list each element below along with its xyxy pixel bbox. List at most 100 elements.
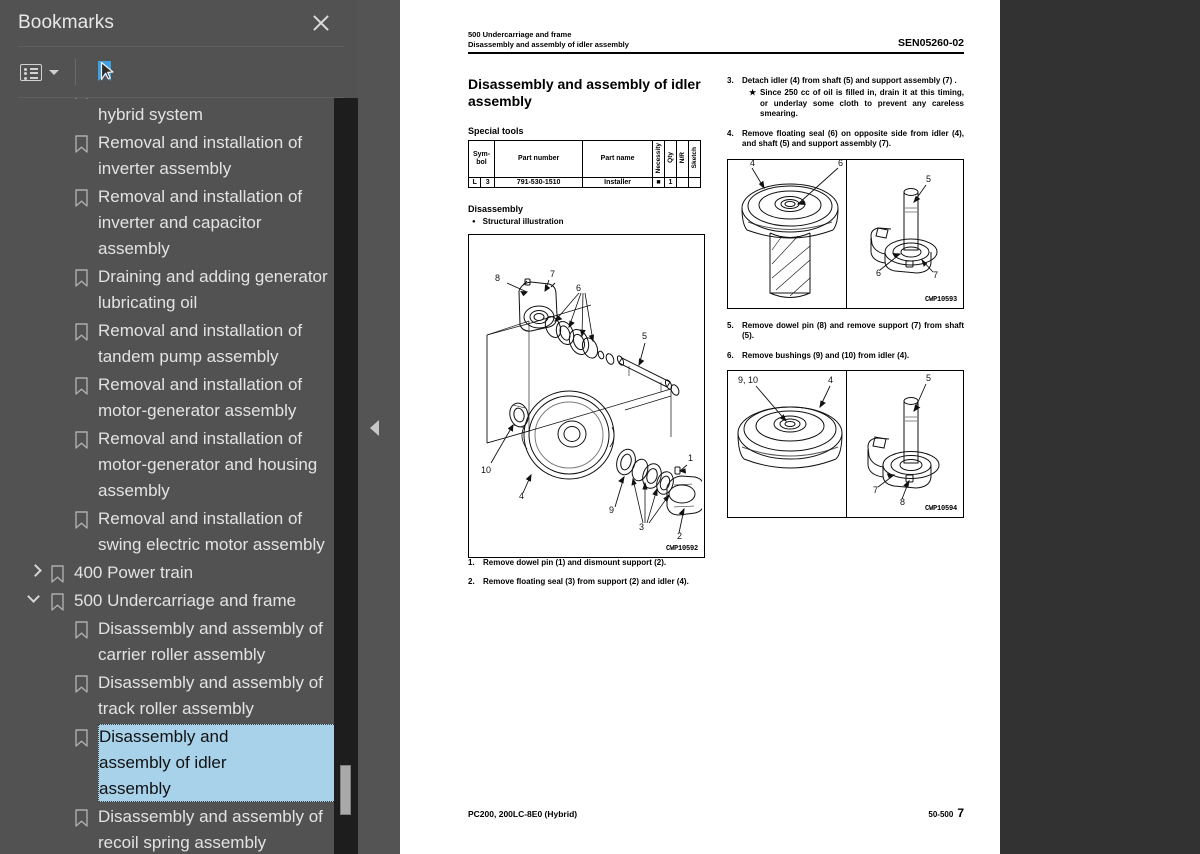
cell-part-number: 791-530-1510: [493, 176, 584, 188]
left-column: Disassembly and assembly of idler assemb…: [467, 76, 705, 597]
header-breadcrumb: 500 Undercarriage and frame Disassembly …: [468, 30, 898, 49]
list-item: 2. Remove floating seal (3) from support…: [468, 577, 705, 588]
col-part-number: Part number: [493, 139, 584, 178]
twisty-spacer: [48, 318, 74, 344]
figure-id: CWP10593: [924, 295, 957, 304]
note-marker-icon: ★: [749, 88, 757, 98]
step-text: Remove dowel pin (1) and dismount suppor…: [483, 557, 667, 567]
bookmark-item[interactable]: Removal and installation of motor-genera…: [0, 371, 336, 425]
bookmark-icon: [50, 593, 66, 612]
document-footer: PC200, 200LC-8E0 (Hybrid) 50-500 7: [468, 806, 964, 820]
twisty-spacer: [48, 506, 74, 532]
chevron-down-icon[interactable]: [49, 69, 59, 75]
bookmark-item[interactable]: Removal and installation of motor-genera…: [0, 425, 336, 505]
bookmark-item[interactable]: Disassembly and assembly of carrier roll…: [0, 615, 336, 669]
collapse-left-arrow-icon[interactable]: [370, 420, 379, 436]
chevron-right-icon[interactable]: [24, 560, 50, 586]
header-line-1: 500 Undercarriage and frame: [468, 30, 572, 39]
table-row: L 3 791-530-1510 Installer ■ 1: [467, 176, 701, 188]
disassembly-heading: Disassembly: [468, 203, 524, 214]
svg-text:6: 6: [576, 283, 581, 293]
bookmark-item-label: 500 Undercarriage and frame: [74, 591, 297, 610]
document-header: 500 Undercarriage and frame Disassembly …: [468, 30, 964, 49]
right-column: 3. Detach idler (4) from shaft (5) and s…: [727, 76, 964, 597]
bookmark-item-label: Disassembly and assembly of recoil sprin…: [98, 807, 323, 852]
bookmark-item[interactable]: Removal and installation of tandem pump …: [0, 317, 336, 371]
list-view-icon: [20, 63, 42, 81]
bookmark-item[interactable]: Removal and installation of inverter and…: [0, 183, 336, 263]
step-text: Detach idler (4) from shaft (5) and supp…: [742, 75, 957, 85]
svg-text:7: 7: [933, 270, 938, 280]
bookmarks-scrollbar[interactable]: [334, 98, 358, 854]
bookmark-icon: [74, 323, 90, 342]
bookmark-item-label: water pump assembly for hybrid system: [98, 105, 203, 124]
svg-text:3: 3: [639, 522, 644, 532]
svg-text:9: 9: [609, 505, 614, 515]
figure-id: CWP10594: [924, 505, 957, 514]
bookmark-item-label: Removal and installation of motor-genera…: [98, 429, 318, 500]
bookmark-item-label: Removal and installation of inverter ass…: [98, 133, 303, 178]
col-qty: Qty: [664, 139, 677, 178]
bookmark-item[interactable]: Disassembly and assembly of recoil sprin…: [0, 803, 336, 854]
bookmark-item-selected[interactable]: Disassembly and assembly of idler assemb…: [0, 723, 336, 803]
special-tools-heading: Special tools: [468, 125, 524, 136]
bookmark-item[interactable]: 500 Undercarriage and frame: [0, 587, 336, 615]
bookmark-cursor-icon: [90, 57, 120, 87]
chevron-down-icon[interactable]: [24, 588, 50, 614]
step-number: 6.: [727, 350, 734, 360]
twisty-spacer: [48, 372, 74, 398]
step-number: 2.: [468, 577, 475, 587]
col-necessity: Necessity: [652, 139, 665, 178]
bookmark-item[interactable]: Disassembly and assembly of track roller…: [0, 669, 336, 723]
list-item: 6. Remove bushings (9) and (10) from idl…: [727, 351, 964, 362]
footer-section: 50-500: [928, 810, 954, 819]
twisty-spacer: [48, 184, 74, 210]
bookmark-item-label: Removal and installation of tandem pump …: [98, 321, 303, 366]
bookmark-item-label: 400 Power train: [74, 563, 194, 582]
figure-idler-bushings: 9, 10 4 5 7 8 CWP10594: [727, 370, 964, 519]
footer-page-number: 7: [957, 806, 964, 820]
figure-exploded-view: 8 7 6 5 10 4 9 3 1 2 CWP10592: [468, 233, 705, 558]
new-bookmark-button[interactable]: [88, 55, 122, 89]
bookmark-item[interactable]: Removal and installation of inverter ass…: [0, 129, 336, 183]
cell-symbol-letter: L: [467, 176, 482, 188]
bookmark-icon: [74, 431, 90, 450]
svg-text:8: 8: [495, 273, 500, 283]
bookmark-tree[interactable]: water pump assembly for hybrid system Rem…: [0, 98, 358, 854]
panel-title: Bookmarks: [18, 12, 114, 33]
bookmark-item-label: Disassembly and assembly of idler assemb…: [98, 724, 336, 802]
bookmark-icon: [74, 189, 90, 208]
panel-gutter: [358, 0, 400, 854]
footer-model: PC200, 200LC-8E0 (Hybrid): [468, 809, 578, 819]
bookmark-item[interactable]: Draining and adding generator lubricatin…: [0, 263, 336, 317]
col-symbol: Sym-bol: [468, 139, 495, 178]
svg-text:6: 6: [838, 160, 843, 168]
bookmark-icon: [74, 621, 90, 640]
twisty-spacer: [48, 130, 74, 156]
cell-symbol-num: 3: [480, 176, 495, 188]
bookmarks-scrollbar-thumb[interactable]: [340, 765, 351, 815]
figure-exploded-view-art: 8 7 6 5 10 4 9 3 1 2: [481, 269, 702, 541]
bookmark-icon: [74, 729, 90, 748]
bookmark-item[interactable]: Removal and installation of swing electr…: [0, 505, 336, 559]
bookmark-icon: [74, 675, 90, 694]
col-nr: N/R: [676, 139, 689, 178]
svg-text:4: 4: [828, 375, 833, 385]
bookmark-item-label: Disassembly and assembly of track roller…: [98, 673, 323, 718]
figure-idler-shaft-art: 4 6 5 6 7: [741, 160, 938, 298]
bookmark-item[interactable]: water pump assembly for hybrid system: [0, 98, 336, 129]
step-number: 4.: [727, 128, 734, 138]
twisty-spacer: [48, 670, 74, 696]
svg-text:5: 5: [926, 373, 931, 383]
structural-illustration-label: Structural illustration: [482, 216, 564, 226]
step-number: 5.: [727, 320, 734, 330]
list-view-button[interactable]: [18, 55, 61, 89]
cell-sketch: [688, 176, 701, 188]
steps-right-top: 3. Detach idler (4) from shaft (5) and s…: [727, 76, 964, 150]
figure-idler-shaft: 4 6 5 6 7 CWP10593: [727, 158, 964, 309]
bookmark-item-label: Draining and adding generator lubricatin…: [98, 267, 328, 312]
pdf-viewer[interactable]: 8,26 x 11,69 in 500 Undercarriage and fr…: [400, 0, 1200, 854]
close-icon[interactable]: [308, 10, 334, 36]
bookmark-icon: [74, 511, 90, 530]
bookmark-item[interactable]: 400 Power train: [0, 559, 336, 587]
